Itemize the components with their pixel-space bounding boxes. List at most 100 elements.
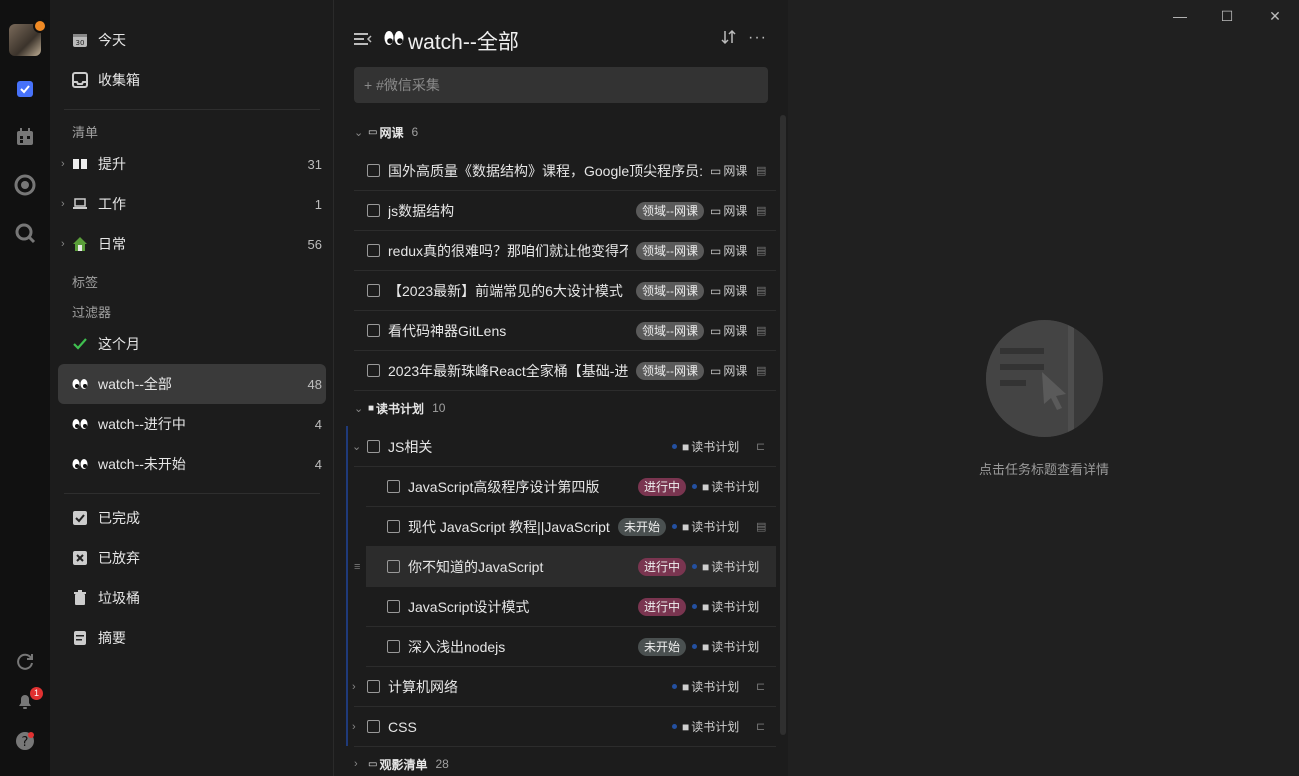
sidebar-item-daily[interactable]: › 日常 56 bbox=[58, 224, 326, 264]
group-header-wangke[interactable]: ⌄ ▭ 网课 6 bbox=[354, 117, 418, 147]
status-tag[interactable]: 进行中 bbox=[638, 477, 687, 496]
sidebar-item-today[interactable]: 30 今天 bbox=[58, 20, 326, 60]
search-icon[interactable] bbox=[13, 221, 37, 245]
task-checkbox[interactable] bbox=[367, 324, 380, 337]
tags-header[interactable]: 标签 bbox=[72, 272, 98, 291]
task-row[interactable]: redux真的很难吗？那咱们就让他变得不 领域--网课 ▭ 网课 ▤ bbox=[354, 231, 776, 271]
task-checkbox[interactable] bbox=[387, 560, 400, 573]
task-title[interactable]: JavaScript高级程序设计第四版 bbox=[408, 477, 634, 497]
task-row[interactable]: 2023年最新珠峰React全家桶【基础-进 领域--网课 ▭ 网课 ▤ bbox=[354, 351, 776, 391]
sidebar-item-watch-in-progress[interactable]: watch--进行中 4 bbox=[58, 404, 326, 444]
task-title[interactable]: 现代 JavaScript 教程||JavaScript bbox=[408, 517, 610, 537]
chevron-right-icon[interactable]: › bbox=[352, 721, 356, 733]
collapse-sidebar-icon[interactable] bbox=[354, 31, 372, 52]
sort-icon[interactable] bbox=[721, 29, 737, 50]
chevron-down-icon[interactable]: ⌄ bbox=[352, 440, 361, 453]
sidebar-item-watch-not-started[interactable]: watch--未开始 4 bbox=[58, 444, 326, 484]
scrollbar[interactable] bbox=[780, 115, 786, 735]
add-task-input[interactable]: + #微信采集 bbox=[354, 67, 768, 103]
task-title[interactable]: 2023年最新珠峰React全家桶【基础-进 bbox=[388, 361, 628, 381]
status-tag[interactable]: 未开始 bbox=[618, 517, 667, 536]
maximize-icon[interactable]: ☐ bbox=[1217, 6, 1237, 26]
subtask-row[interactable]: 深入浅出nodejs 未开始 ■ 读书计划 bbox=[366, 627, 776, 667]
sidebar-item-watch-all[interactable]: watch--全部 48 bbox=[58, 364, 326, 404]
task-checkbox[interactable] bbox=[367, 440, 380, 453]
tag-badge[interactable]: 领域--网课 bbox=[636, 241, 704, 260]
task-checkbox[interactable] bbox=[367, 364, 380, 377]
minimize-icon[interactable]: — bbox=[1170, 6, 1190, 26]
group-header-reading-plan[interactable]: ⌄ ■ 读书计划 10 bbox=[354, 393, 445, 423]
task-row[interactable]: 国外高质量《数据结构》课程，Google顶尖程序员: ▭ 网课 ▤ bbox=[354, 151, 776, 191]
task-checkbox[interactable] bbox=[367, 204, 380, 217]
task-checkbox[interactable] bbox=[367, 164, 380, 177]
priority-dot bbox=[672, 444, 677, 449]
chevron-right-icon[interactable]: › bbox=[61, 158, 65, 170]
subtask-row-hovered[interactable]: ≡ 你不知道的JavaScript 进行中 ■ 读书计划 bbox=[354, 547, 776, 587]
drag-handle-icon[interactable]: ≡ bbox=[354, 561, 360, 573]
sidebar-item-completed[interactable]: 已完成 bbox=[58, 498, 326, 538]
more-icon[interactable]: ··· bbox=[748, 29, 767, 47]
task-row[interactable]: › 计算机网络 ■ 读书计划 ⊏ bbox=[352, 667, 776, 707]
task-title[interactable]: JS相关 bbox=[388, 437, 628, 457]
task-list-label: ▭ 网课 bbox=[710, 283, 748, 299]
sidebar-item-summary[interactable]: 摘要 bbox=[58, 618, 326, 658]
task-row[interactable]: 看代码神器GitLens 领域--网课 ▭ 网课 ▤ bbox=[354, 311, 776, 351]
task-title[interactable]: 计算机网络 bbox=[388, 677, 628, 697]
task-title[interactable]: 看代码神器GitLens bbox=[388, 321, 628, 341]
status-tag[interactable]: 进行中 bbox=[638, 557, 687, 576]
item-count: 48 bbox=[307, 376, 322, 392]
sidebar-item-trash[interactable]: 垃圾桶 bbox=[58, 578, 326, 618]
chevron-right-icon[interactable]: › bbox=[61, 198, 65, 210]
chevron-right-icon[interactable]: › bbox=[61, 238, 65, 250]
task-check-icon[interactable] bbox=[13, 77, 37, 101]
sidebar-item-abandoned[interactable]: 已放弃 bbox=[58, 538, 326, 578]
task-checkbox[interactable] bbox=[387, 520, 400, 533]
subtask-row[interactable]: 现代 JavaScript 教程||JavaScript 未开始 ■ 读书计划 ▤ bbox=[366, 507, 776, 547]
sidebar-item-inbox[interactable]: 收集箱 bbox=[58, 60, 326, 100]
task-checkbox[interactable] bbox=[387, 480, 400, 493]
sidebar-item-work[interactable]: › 工作 1 bbox=[58, 184, 326, 224]
sync-icon[interactable] bbox=[13, 649, 37, 673]
task-checkbox[interactable] bbox=[367, 244, 380, 257]
task-checkbox[interactable] bbox=[367, 720, 380, 733]
tag-badge[interactable]: 领域--网课 bbox=[636, 281, 704, 300]
tag-badge[interactable]: 领域--网课 bbox=[636, 201, 704, 220]
filters-header[interactable]: 过滤器 bbox=[72, 302, 111, 321]
task-title[interactable]: CSS bbox=[388, 719, 628, 735]
status-tag[interactable]: 进行中 bbox=[638, 597, 687, 616]
task-title[interactable]: 国外高质量《数据结构》课程，Google顶尖程序员: bbox=[388, 161, 706, 181]
subtask-row[interactable]: JavaScript设计模式 进行中 ■ 读书计划 bbox=[366, 587, 776, 627]
calendar-icon[interactable] bbox=[13, 125, 37, 149]
task-title[interactable]: JavaScript设计模式 bbox=[408, 597, 634, 617]
help-icon[interactable]: ? bbox=[13, 729, 37, 753]
subtask-row[interactable]: JavaScript高级程序设计第四版 进行中 ■ 读书计划 bbox=[366, 467, 776, 507]
tag-badge[interactable]: 领域--网课 bbox=[636, 361, 704, 380]
task-checkbox[interactable] bbox=[367, 284, 380, 297]
check-icon bbox=[72, 336, 88, 352]
task-row[interactable]: 【2023最新】前端常见的6大设计模式 领域--网课 ▭ 网课 ▤ bbox=[354, 271, 776, 311]
task-title[interactable]: 【2023最新】前端常见的6大设计模式 bbox=[388, 281, 628, 301]
task-row[interactable]: › CSS ■ 读书计划 ⊏ bbox=[352, 707, 776, 747]
tag-badge[interactable]: 领域--网课 bbox=[636, 321, 704, 340]
group-header-movies[interactable]: › ▭ 观影清单 28 bbox=[354, 749, 449, 776]
task-row[interactable]: js数据结构 领域--网课 ▭ 网课 ▤ bbox=[354, 191, 776, 231]
close-icon[interactable]: ✕ bbox=[1265, 6, 1285, 26]
sidebar-item-tisheng[interactable]: › 提升 31 bbox=[58, 144, 326, 184]
notification-badge: 1 bbox=[30, 687, 43, 700]
chevron-right-icon[interactable]: › bbox=[354, 758, 368, 770]
task-row-parent[interactable]: ⌄ JS相关 ■ 读书计划 ⊏ bbox=[352, 427, 776, 467]
folder-icon: ▭ bbox=[710, 243, 722, 258]
focus-icon[interactable] bbox=[13, 173, 37, 197]
task-checkbox[interactable] bbox=[387, 600, 400, 613]
task-title[interactable]: js数据结构 bbox=[388, 201, 628, 221]
task-title[interactable]: 深入浅出nodejs bbox=[408, 637, 634, 657]
chevron-down-icon[interactable]: ⌄ bbox=[354, 126, 368, 139]
task-checkbox[interactable] bbox=[367, 680, 380, 693]
chevron-down-icon[interactable]: ⌄ bbox=[354, 402, 368, 415]
chevron-right-icon[interactable]: › bbox=[352, 681, 356, 693]
task-title[interactable]: redux真的很难吗？那咱们就让他变得不 bbox=[388, 241, 628, 261]
task-checkbox[interactable] bbox=[387, 640, 400, 653]
task-title[interactable]: 你不知道的JavaScript bbox=[408, 557, 634, 577]
status-tag[interactable]: 未开始 bbox=[638, 637, 687, 656]
sidebar-item-this-month[interactable]: 这个月 bbox=[58, 324, 326, 364]
